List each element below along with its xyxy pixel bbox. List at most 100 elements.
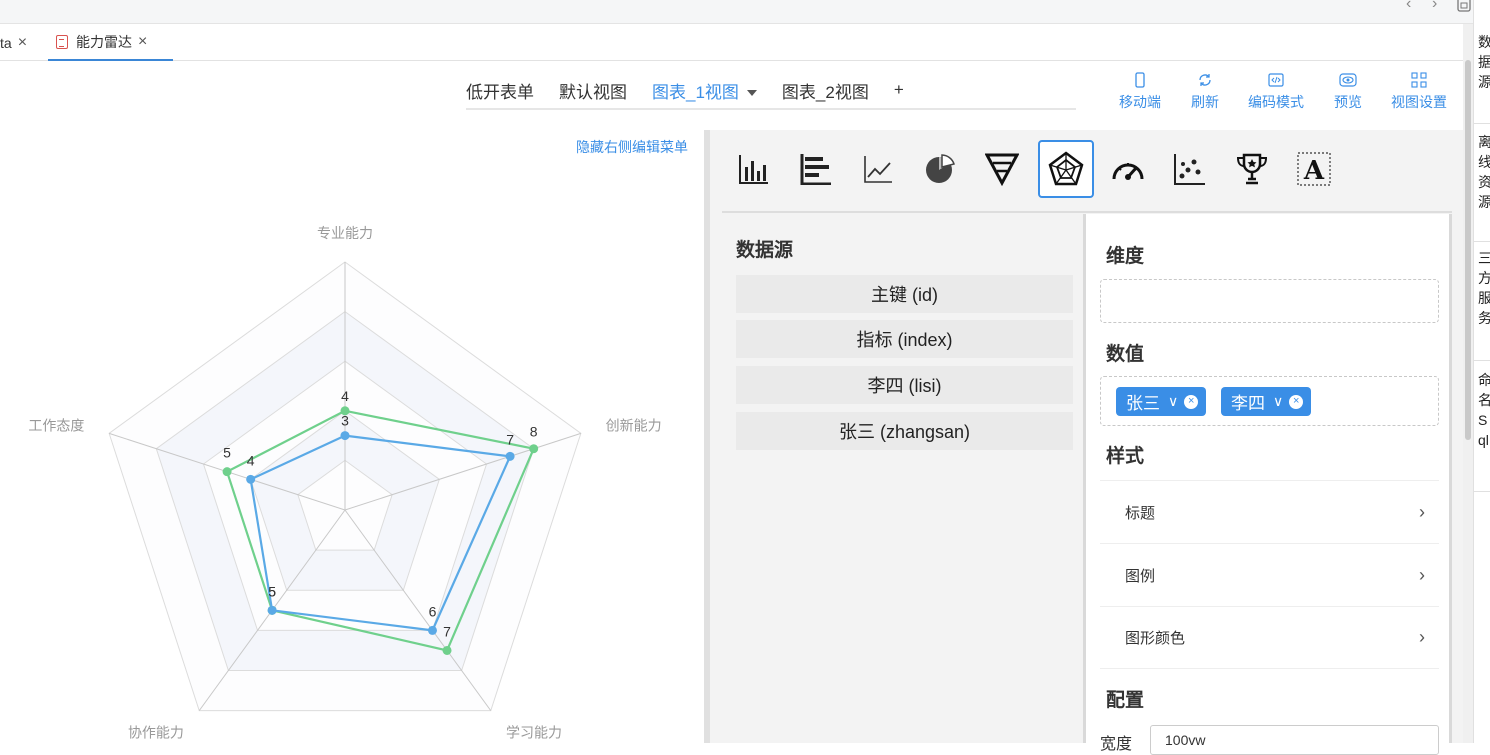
radar-indicator-label: 专业能力 [317, 225, 373, 241]
grid-settings-icon [1411, 72, 1427, 88]
mobile-label: 移动端 [1119, 94, 1161, 110]
document-tabs: ta × 能力雷达 × [0, 24, 1473, 61]
tab-chart1-view[interactable]: 图表_1视图 [652, 78, 757, 103]
style-title: 样式 [1106, 446, 1145, 467]
line-chart-icon[interactable] [850, 140, 906, 198]
sidebar-item-third-party[interactable]: 三方服务 [1474, 248, 1490, 361]
sidebar-item-named-sql[interactable]: 命名Sql [1474, 370, 1490, 492]
radar-value-label: 3 [341, 413, 349, 429]
chart-type-divider [722, 211, 1452, 213]
radar-data-point[interactable] [427, 625, 437, 635]
chevron-right-icon: › [1419, 501, 1425, 522]
back-nav-icon[interactable]: ‹ [1406, 0, 1411, 12]
remove-chip-icon[interactable]: × [1184, 394, 1199, 409]
doc-tab-active[interactable]: 能力雷达 × [48, 24, 173, 61]
value-dropzone[interactable]: 张三 ∨ × 李四 ∨ × [1100, 376, 1439, 426]
mobile-icon [1135, 72, 1145, 88]
chevron-right-icon: › [1419, 564, 1425, 585]
clipboard-icon[interactable] [1457, 0, 1471, 12]
style-row-legend[interactable]: 图例 › [1100, 543, 1439, 606]
value-chip-label: 李四 [1231, 394, 1265, 413]
funnel-chart-icon[interactable] [974, 140, 1030, 198]
style-row-title[interactable]: 标题 › [1100, 480, 1439, 543]
radar-value-label: 5 [223, 445, 231, 461]
panel-separator [1449, 214, 1452, 743]
remove-chip-icon[interactable]: × [1289, 394, 1304, 409]
code-mode-label: 编码模式 [1248, 94, 1304, 110]
radar-data-point[interactable] [267, 605, 277, 615]
radar-chart-icon[interactable] [1038, 140, 1094, 198]
style-row-label: 图例 [1125, 567, 1156, 585]
add-view-button[interactable]: + [894, 80, 904, 100]
radar-value-label: 4 [247, 452, 255, 468]
chevron-down-icon[interactable]: ∨ [1168, 393, 1178, 410]
top-strip: ‹ › [0, 0, 1473, 24]
sidebar-item-datasource[interactable]: 数据源 [1474, 32, 1490, 124]
radar-indicator-label: 创新能力 [606, 417, 662, 433]
tab-low-code-form[interactable]: 低开表单 [466, 78, 534, 103]
view-settings-label: 视图设置 [1391, 94, 1447, 110]
doc-tab[interactable]: ta × [0, 24, 35, 61]
doc-tab-label: 能力雷达 [76, 33, 132, 50]
close-icon[interactable]: × [138, 33, 147, 51]
radar-chart: 专业能力创新能力学习能力协作能力工作态度 4875537654 [28, 225, 662, 741]
value-chip[interactable]: 张三 ∨ × [1116, 387, 1207, 416]
field-item[interactable]: 张三 (zhangsan) [736, 412, 1073, 450]
sidebar-item-offline[interactable]: 离线资源 [1474, 132, 1490, 242]
eye-icon [1339, 73, 1357, 87]
text-icon[interactable]: A [1286, 140, 1342, 198]
radar-value-label: 6 [429, 603, 437, 619]
dimension-dropzone[interactable] [1100, 279, 1439, 323]
radar-data-point[interactable] [442, 645, 452, 655]
radar-indicator-label: 工作态度 [28, 417, 84, 433]
field-item[interactable]: 李四 (lisi) [736, 366, 1073, 404]
settings-title: 配置 [1106, 690, 1145, 711]
view-tabs-underline [466, 108, 1076, 110]
radar-value-label: 5 [268, 583, 276, 599]
field-item[interactable]: 指标 (index) [736, 320, 1073, 358]
tab-chart1-label: 图表_1视图 [652, 82, 739, 102]
pie-chart-icon[interactable] [912, 140, 968, 198]
value-title: 数值 [1106, 344, 1145, 365]
bar-chart-icon[interactable] [726, 140, 782, 198]
radar-data-point[interactable] [505, 451, 515, 461]
mobile-button[interactable]: 移动端 [1119, 70, 1161, 112]
scatter-chart-icon[interactable] [1162, 140, 1218, 198]
dimension-title: 维度 [1106, 246, 1145, 267]
style-row-label: 图形颜色 [1125, 630, 1186, 647]
preview-button[interactable]: 预览 [1334, 70, 1362, 112]
trophy-icon[interactable] [1224, 140, 1280, 198]
field-item[interactable]: 主键 (id) [736, 275, 1073, 313]
horizontal-bar-icon[interactable] [788, 140, 844, 198]
svg-text:A: A [1303, 156, 1325, 186]
value-chip-label: 张三 [1126, 394, 1160, 413]
radar-data-point[interactable] [246, 474, 256, 484]
scrollbar-thumb[interactable] [1465, 60, 1471, 440]
doc-tab-label: ta [0, 34, 12, 51]
refresh-label: 刷新 [1191, 94, 1219, 110]
preview-label: 预览 [1334, 94, 1362, 110]
width-label: 宽度 [1100, 736, 1133, 753]
refresh-icon [1199, 74, 1211, 86]
tab-default-view[interactable]: 默认视图 [559, 78, 627, 103]
radar-value-label: 4 [341, 388, 349, 404]
value-chip[interactable]: 李四 ∨ × [1221, 387, 1312, 416]
tab-chart2-view[interactable]: 图表_2视图 [782, 78, 869, 103]
view-settings-button[interactable]: 视图设置 [1391, 70, 1447, 112]
refresh-button[interactable]: 刷新 [1191, 70, 1219, 112]
chevron-down-icon[interactable]: ∨ [1273, 393, 1283, 410]
radar-value-label: 7 [506, 431, 514, 447]
style-row-color[interactable]: 图形颜色 › [1100, 606, 1439, 669]
radar-indicator-label: 协作能力 [128, 725, 184, 741]
radar-data-point[interactable] [340, 431, 350, 441]
width-input[interactable]: 100vw [1150, 725, 1439, 755]
style-row-label: 标题 [1125, 504, 1156, 522]
caret-down-icon[interactable] [746, 90, 757, 97]
radar-data-point[interactable] [222, 467, 232, 477]
code-mode-button[interactable]: 编码模式 [1248, 70, 1304, 112]
gauge-chart-icon[interactable] [1100, 140, 1156, 198]
forward-nav-icon[interactable]: › [1432, 0, 1437, 12]
radar-data-point[interactable] [529, 444, 539, 454]
close-icon[interactable]: × [18, 34, 27, 52]
view-tabs: 低开表单 默认视图 图表_1视图 图表_2视图 + [466, 72, 929, 108]
